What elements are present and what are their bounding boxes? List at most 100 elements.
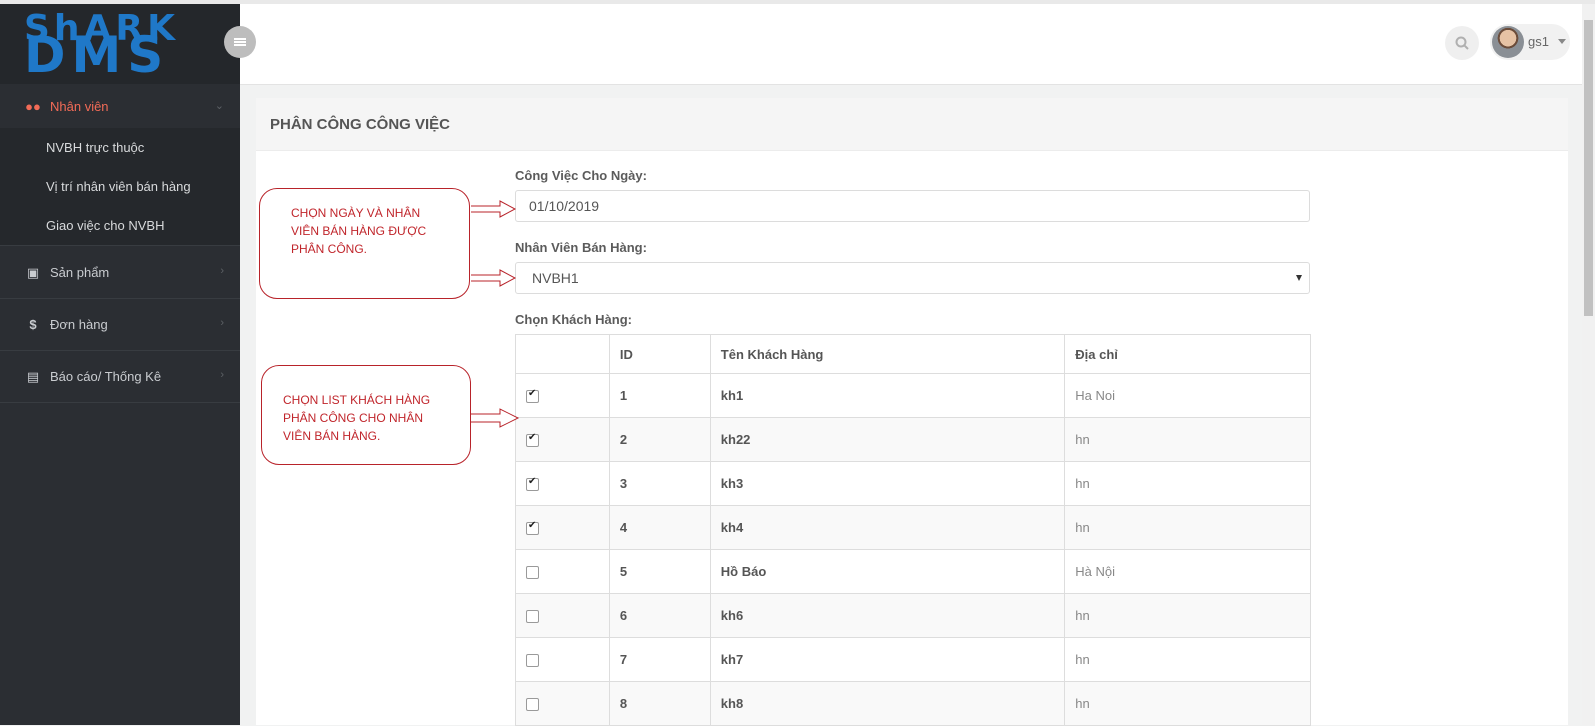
row-checkbox[interactable] [526,476,539,492]
row-id: 7 [608,637,711,682]
table-row[interactable]: 1kh1Ha Noi [515,373,1311,418]
row-customer-name: Hồ Báo [709,549,1066,594]
row-id: 6 [608,593,711,638]
date-field[interactable]: 01/10/2019 [515,190,1310,222]
search-icon [1455,36,1469,50]
row-customer-name: kh1 [709,373,1066,418]
row-select-cell [515,593,610,638]
row-address: hn [1064,593,1311,638]
chevron-right-icon: › [220,369,224,381]
sidebar: ShARK DMS ●● Nhân viên ⌄ NVBH trực thuộc… [0,4,240,725]
row-checkbox[interactable] [526,698,539,712]
sidebar-item-label: Sản phẩm [50,265,110,280]
chevron-right-icon: › [220,317,224,329]
date-label: Công Việc Cho Ngày: [515,168,647,183]
row-id: 3 [608,461,711,506]
row-id: 4 [608,505,711,550]
scrollbar-thumb[interactable] [1584,20,1593,316]
row-customer-name: kh7 [709,637,1066,682]
search-button[interactable] [1445,26,1479,60]
staff-select-value: NVBH1 [532,270,579,286]
row-customer-name: kh22 [709,417,1066,462]
staff-label: Nhân Viên Bán Hàng: [515,240,647,255]
annotation-line: CHỌN LIST KHÁCH HÀNG [283,393,431,407]
scrollbar[interactable] [1582,4,1595,725]
row-address: hn [1064,505,1311,550]
row-address: Hà Nội [1064,549,1311,594]
sidebar-toggle-button[interactable] [224,26,256,58]
row-select-cell [515,373,610,418]
table-row[interactable]: 7 kh7 hn [515,637,1311,682]
top-header [240,4,1595,85]
sidebar-item-label: Nhân viên [50,98,109,114]
avatar [1492,26,1524,58]
sidebar-subitem-vi-tri-nhan-vien[interactable]: Vị trí nhân viên bán hàng [0,167,240,206]
table-row[interactable]: 4kh4hn [515,505,1311,550]
row-id: 8 [608,681,711,726]
row-select-cell [515,681,610,726]
sidebar-item-don-hang[interactable]: $ Đơn hàng › [0,299,240,350]
submenu: NVBH trực thuộc Vị trí nhân viên bán hàn… [0,128,240,245]
row-address: hn [1064,637,1311,682]
table-row[interactable]: 6 kh6 hn [515,593,1311,638]
panel-header: PHÂN CÔNG CÔNG VIỆC [256,98,1568,151]
sidebar-group-san-pham: ▣ Sản phẩm › [0,247,240,299]
table-row[interactable]: 8 kh8 hn [515,681,1311,726]
row-customer-name: kh4 [709,505,1066,550]
table-row[interactable]: 5 Hồ Báo Hà Nội [515,549,1311,594]
sidebar-subitem-giao-viec[interactable]: Giao việc cho NVBH [0,206,240,245]
column-header-name[interactable]: Tên Khách Hàng [709,334,1066,374]
annotation-line: VIÊN BÁN HÀNG. [283,429,381,443]
sidebar-item-san-pham[interactable]: ▣ Sản phẩm › [0,247,240,298]
row-select-cell [515,549,610,594]
row-select-cell [515,417,610,462]
row-checkbox[interactable] [526,610,539,624]
menu-icon [234,38,246,46]
row-address: hn [1064,681,1311,726]
sidebar-item-label: Đơn hàng [50,317,108,332]
logo[interactable]: ShARK DMS [0,4,240,84]
caret-down-icon [1558,39,1566,44]
logo-line-2: DMS [24,26,170,84]
column-header-address[interactable]: Địa chỉ [1064,334,1311,374]
annotation-line: PHÂN CÔNG. [291,242,368,256]
annotation-line: PHÂN CÔNG CHO NHÂN [283,411,424,425]
dollar-icon: $ [29,317,37,332]
sidebar-item-nhan-vien[interactable]: ●● Nhân viên ⌄ [0,84,240,128]
row-checkbox[interactable] [526,566,539,580]
customer-label: Chọn Khách Hàng: [515,312,632,327]
annotation-line: CHỌN NGÀY VÀ NHÂN [291,206,421,220]
row-address: hn [1064,417,1311,462]
user-name: gs1 [1528,34,1549,49]
table-row[interactable]: 3kh3hn [515,461,1311,506]
row-checkbox[interactable] [526,388,539,404]
staff-select[interactable]: NVBH1 [515,262,1310,294]
row-customer-name: kh3 [709,461,1066,506]
sidebar-item-label: Báo cáo/ Thống Kê [50,369,162,384]
table-row[interactable]: 2kh22hn [515,417,1311,462]
table-header-row: ID Tên Khách Hàng Địa chỉ [515,334,1311,374]
row-id: 5 [608,549,711,594]
sidebar-subitem-nvbh-truc-thuoc[interactable]: NVBH trực thuộc [0,128,240,167]
dropdown-arrow-icon [1296,275,1302,281]
sidebar-group-bao-cao: ▤ Báo cáo/ Thống Kê › [0,351,240,403]
gift-icon: ▣ [26,264,40,280]
annotation-arrow-2 [471,408,520,428]
row-address: hn [1064,461,1311,506]
row-checkbox[interactable] [526,654,539,668]
sidebar-group-nhan-vien: ●● Nhân viên ⌄ NVBH trực thuộc Vị trí nh… [0,84,240,246]
row-checkbox[interactable] [526,520,539,536]
user-menu[interactable]: gs1 [1490,24,1570,60]
annotation-callout-2: CHỌN LIST KHÁCH HÀNG PHÂN CÔNG CHO NHÂN … [261,365,471,465]
row-checkbox[interactable] [526,432,539,448]
row-id: 1 [608,373,711,418]
annotation-callout-1: CHỌN NGÀY VÀ NHÂN VIÊN BÁN HÀNG ĐƯỢC PHÂ… [259,188,470,299]
row-select-cell [515,505,610,550]
row-customer-name: kh8 [709,681,1066,726]
row-customer-name: kh6 [709,593,1066,638]
column-header-id[interactable]: ID [608,334,711,374]
chevron-right-icon: › [220,265,224,277]
row-select-cell [515,637,610,682]
column-header-select [515,334,610,374]
sidebar-item-bao-cao[interactable]: ▤ Báo cáo/ Thống Kê › [0,351,240,402]
